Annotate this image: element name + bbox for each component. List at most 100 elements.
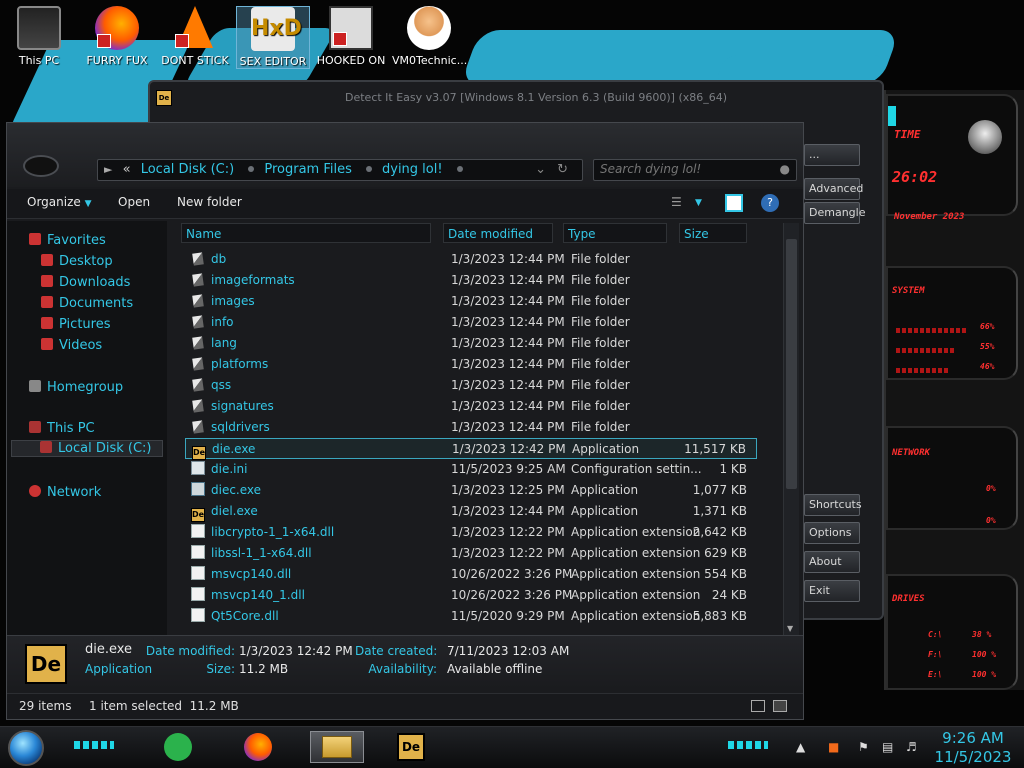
breadcrumb-separator-icon[interactable] [456, 166, 463, 172]
open-button[interactable]: Open [118, 195, 150, 209]
preview-pane-icon[interactable] [725, 194, 743, 212]
file-row[interactable]: libssl-1_1-x64.dll 1/3/2023 12:22 PM Appli… [185, 543, 757, 564]
file-explorer-window[interactable]: ► « Local Disk (C:) Program Files dying … [6, 122, 804, 720]
folder-row[interactable]: lang 1/3/2023 12:44 PM File folder [185, 333, 757, 354]
chevron-down-icon[interactable]: ▼ [695, 198, 702, 208]
file-row[interactable]: die.ini 11/5/2023 9:25 AM Configuration se… [185, 459, 757, 480]
chevron-down-icon[interactable]: ⌄ [535, 160, 546, 180]
desktop-icon-hooked-on-xonix[interactable]: HOOKED ON XONIX [314, 6, 388, 66]
document-icon [41, 296, 53, 308]
nav-desktop[interactable]: Desktop [41, 254, 113, 269]
vertical-scrollbar[interactable]: ▼ [783, 223, 799, 635]
file-row[interactable]: diec.exe 1/3/2023 12:25 PM Application 1,07… [185, 480, 757, 501]
folder-row[interactable]: images 1/3/2023 12:44 PM File folder [185, 291, 757, 312]
folder-icon [192, 378, 204, 392]
taskbar-explorer-button[interactable] [310, 731, 364, 763]
address-bar[interactable]: ► « Local Disk (C:) Program Files dying … [97, 159, 583, 181]
nav-this-pc[interactable]: This PC [29, 421, 95, 436]
nav-homegroup[interactable]: Homegroup [29, 380, 123, 395]
new-folder-button[interactable]: New folder [177, 195, 242, 209]
address-overflow[interactable]: « [123, 162, 131, 177]
desktop-icon-dont-stick[interactable]: DONT STICK THIS IN YO [158, 6, 232, 66]
breadcrumb-separator-icon[interactable] [365, 166, 372, 172]
nav-downloads[interactable]: Downloads [41, 275, 130, 290]
cyan-accent [74, 741, 114, 749]
file-type: File folder [571, 420, 630, 434]
volume-icon[interactable]: ♬ [906, 740, 920, 754]
advanced-button[interactable]: Advanced [804, 178, 863, 200]
command-bar: Organize ▼ Open New folder ☰ ▼ ? [7, 189, 803, 219]
nav-network[interactable]: Network [29, 485, 101, 500]
desktop-icon-vm0technic[interactable]: VM0Technic... [392, 6, 467, 67]
exit-button[interactable]: Exit [804, 580, 860, 602]
folder-row[interactable]: platforms 1/3/2023 12:44 PM File folder [185, 354, 757, 375]
gadget-date: November 2023 [894, 212, 965, 222]
system-clock[interactable]: 9:26 AM 11/5/2023 [930, 729, 1016, 767]
file-row[interactable]: De die.exe 1/3/2023 12:42 PM Application 11,… [185, 438, 757, 460]
column-name[interactable]: Name [181, 223, 431, 243]
refresh-icon[interactable]: ↻ [557, 160, 568, 180]
breadcrumb-separator-icon[interactable] [248, 166, 255, 172]
folder-row[interactable]: sqldrivers 1/3/2023 12:44 PM File folder [185, 417, 757, 438]
nav-documents[interactable]: Documents [41, 296, 133, 311]
search-input[interactable] [594, 160, 774, 178]
column-date-modified[interactable]: Date modified [443, 223, 553, 243]
file-row[interactable]: msvcp140.dll 10/26/2022 3:26 PM Applicatio… [185, 564, 757, 585]
tray-app-icon[interactable]: ■ [828, 740, 842, 754]
nav-local-disk[interactable]: Local Disk (C:) [11, 440, 163, 457]
folder-row[interactable]: db 1/3/2023 12:44 PM File folder [185, 249, 757, 270]
taskbar-feedly-button[interactable] [160, 731, 196, 763]
folder-row[interactable]: info 1/3/2023 12:44 PM File folder [185, 312, 757, 333]
start-button[interactable] [8, 730, 44, 766]
tray-overflow-icon[interactable]: ▲ [796, 740, 810, 754]
file-date: 1/3/2023 12:44 PM [451, 315, 565, 329]
system-monitor-gadget: TIME 26:02 November 2023 SYSTEM 66% 55% … [884, 90, 1024, 690]
details-size: 11.2 MB [239, 662, 289, 676]
desktop-icon-sex-editor[interactable]: HxD SEX EDITOR [236, 6, 310, 69]
network-icon[interactable]: ▤ [882, 740, 896, 754]
scroll-down-icon[interactable]: ▼ [787, 624, 793, 633]
window-title: Detect It Easy v3.07 [Windows 8.1 Versio… [345, 91, 728, 104]
view-options-icon[interactable]: ☰ [671, 195, 682, 209]
breadcrumb-local-disk[interactable]: Local Disk (C:) [141, 162, 234, 177]
nav-pictures[interactable]: Pictures [41, 317, 110, 332]
desktop-icon-this-pc[interactable]: This PC [2, 6, 76, 67]
demangle-button[interactable]: Demangle [804, 202, 865, 224]
breadcrumb-program-files[interactable]: Program Files [264, 162, 352, 177]
file-type: Application [571, 504, 639, 518]
taskbar-die-button[interactable]: De [394, 731, 428, 763]
help-icon[interactable]: ? [761, 194, 779, 212]
file-row[interactable]: msvcp140_1.dll 10/26/2022 3:26 PM Applicat… [185, 585, 757, 606]
taskbar-firefox-button[interactable] [240, 731, 276, 763]
file-row[interactable]: De diel.exe 1/3/2023 12:44 PM Application 1,… [185, 501, 757, 522]
search-box[interactable]: ● [593, 159, 797, 181]
nav-videos[interactable]: Videos [41, 338, 102, 353]
column-size[interactable]: Size [679, 223, 747, 243]
file-row[interactable]: Qt5Core.dll 11/5/2020 9:29 PM Application … [185, 606, 757, 627]
shortcuts-button[interactable]: Shortcuts [804, 494, 862, 516]
organize-button[interactable]: Organize ▼ [27, 195, 92, 209]
options-button[interactable]: Options [804, 522, 860, 544]
die-app-icon: De [191, 508, 205, 522]
folder-row[interactable]: qss 1/3/2023 12:44 PM File folder [185, 375, 757, 396]
back-forward-icon[interactable] [23, 155, 59, 177]
details-view-icon[interactable] [751, 700, 765, 712]
file-row[interactable]: libcrypto-1_1-x64.dll 1/3/2023 12:22 PM Ap… [185, 522, 757, 543]
nav-label: Homegroup [47, 380, 124, 395]
drives-panel: DRIVES C:\ 38 % F:\ 100 % E:\ 100 % [886, 574, 1018, 690]
desktop-icon-furry-fux[interactable]: FURRY FUX [80, 6, 154, 67]
folder-row[interactable]: imageformats 1/3/2023 12:44 PM File folder [185, 270, 757, 291]
search-icon[interactable]: ● [780, 162, 790, 176]
nav-label: Documents [59, 296, 134, 311]
breadcrumb-dying-lol[interactable]: dying lol! [382, 162, 443, 177]
action-center-flag-icon[interactable]: ⚑ [858, 740, 872, 754]
folder-row[interactable]: signatures 1/3/2023 12:44 PM File folder [185, 396, 757, 417]
about-button[interactable]: About [804, 551, 860, 573]
browse-button[interactable]: ... [804, 144, 860, 166]
file-name-text: signatures [211, 399, 274, 413]
file-name-text: msvcp140.dll [211, 567, 292, 581]
nav-favorites[interactable]: Favorites [29, 233, 106, 248]
large-icons-view-icon[interactable] [773, 700, 787, 712]
scrollbar-thumb[interactable] [786, 239, 797, 489]
column-type[interactable]: Type [563, 223, 667, 243]
